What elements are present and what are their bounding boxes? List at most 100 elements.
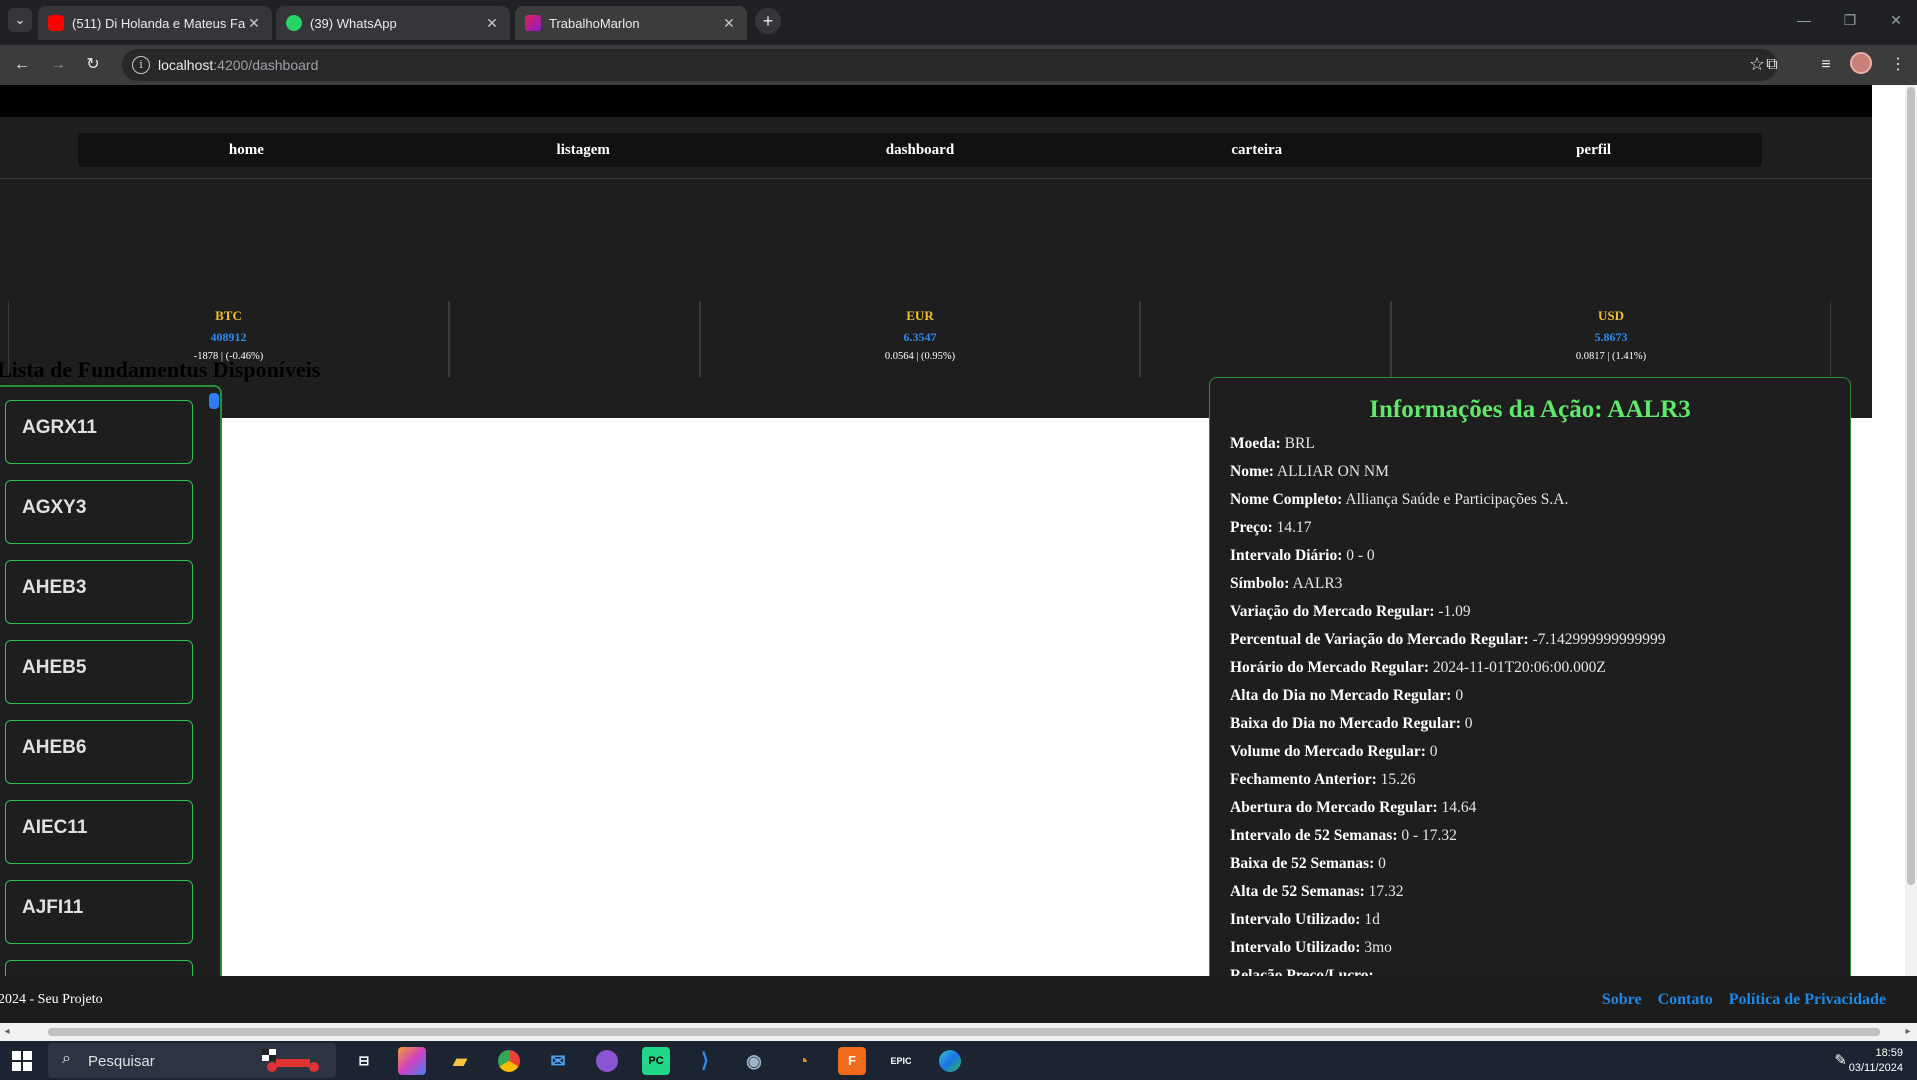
- pen-icon[interactable]: ✎: [1834, 1051, 1847, 1069]
- fund-list-panel[interactable]: AGRX11 AGXY3 AHEB3 AHEB5 AHEB6 AIEC11 AJ…: [0, 385, 222, 1041]
- browser-tab-trabalhomarlon[interactable]: TrabalhoMarlon ✕: [515, 6, 747, 40]
- info-row: Variação do Mercado Regular: -1.09: [1230, 598, 1850, 626]
- pycharm-icon[interactable]: PC: [642, 1047, 670, 1075]
- info-value: 0 - 17.32: [1397, 827, 1457, 844]
- chrome-icon[interactable]: [495, 1047, 523, 1075]
- angular-icon: [525, 15, 541, 31]
- tab-title: TrabalhoMarlon: [549, 15, 640, 31]
- info-label: Fechamento Anterior:: [1230, 771, 1377, 788]
- ticker-symbol: EUR: [906, 308, 934, 323]
- info-row: Nome Completo: Alliança Saúde e Particip…: [1230, 486, 1850, 514]
- profile-avatar[interactable]: [1850, 52, 1872, 74]
- scroll-right-icon[interactable]: ▸: [1903, 1026, 1913, 1038]
- info-value: 3mo: [1360, 939, 1392, 956]
- list-scrollbar-thumb[interactable]: [209, 393, 219, 409]
- nav-home[interactable]: home: [78, 133, 415, 167]
- scrollbar-thumb[interactable]: [1907, 87, 1915, 885]
- scroll-left-icon[interactable]: ◂: [2, 1026, 12, 1038]
- list-item[interactable]: AIEC11: [5, 800, 193, 864]
- page-viewport: home listagem dashboard carteira perfil …: [0, 85, 1917, 1041]
- epic-games-icon[interactable]: EPIC: [887, 1047, 915, 1075]
- app-f-icon[interactable]: F: [838, 1047, 866, 1075]
- blender-icon[interactable]: ◔: [789, 1047, 817, 1075]
- nav-area: home listagem dashboard carteira perfil: [0, 117, 1872, 265]
- close-icon[interactable]: ✕: [721, 15, 737, 32]
- nav-perfil[interactable]: perfil: [1425, 133, 1762, 167]
- page-horizontal-scrollbar[interactable]: ◂ ▸: [0, 1023, 1917, 1041]
- task-view-icon[interactable]: ⊟: [350, 1047, 378, 1075]
- stock-info-title: Informações da Ação: AALR3: [1369, 396, 1691, 423]
- nav-dashboard[interactable]: dashboard: [752, 133, 1089, 167]
- site-info-icon[interactable]: i: [132, 56, 150, 74]
- list-item[interactable]: AGRX11: [5, 400, 193, 464]
- tab-search-button[interactable]: ⌄: [8, 8, 32, 32]
- taskbar-search[interactable]: ⌕ Pesquisar: [48, 1043, 336, 1078]
- close-icon[interactable]: ✕: [246, 15, 262, 32]
- restore-button[interactable]: ❐: [1827, 0, 1873, 40]
- mail-icon[interactable]: ✉: [544, 1047, 572, 1075]
- address-url[interactable]: localhost:4200/dashboard: [158, 57, 318, 73]
- info-value: 17.32: [1364, 883, 1404, 900]
- close-icon[interactable]: ✕: [484, 15, 500, 32]
- footer-link-privacidade[interactable]: Política de Privacidade: [1729, 991, 1886, 1009]
- page-vertical-scrollbar[interactable]: [1905, 85, 1917, 976]
- info-row: Intervalo Diário: 0 - 0: [1230, 542, 1850, 570]
- copilot-icon[interactable]: [398, 1047, 426, 1075]
- clock-time: 18:59: [1875, 1047, 1903, 1059]
- info-value: -1.09: [1434, 603, 1471, 620]
- menu-kebab-icon[interactable]: ⋮: [1886, 53, 1910, 77]
- info-label: Preço:: [1230, 519, 1273, 536]
- minimize-button[interactable]: —: [1781, 0, 1827, 40]
- close-window-button[interactable]: ✕: [1873, 0, 1917, 40]
- info-label: Baixa de 52 Semanas:: [1230, 855, 1375, 872]
- info-row: Horário do Mercado Regular: 2024-11-01T2…: [1230, 654, 1850, 682]
- tab-title: (39) WhatsApp: [310, 15, 397, 31]
- info-row: Intervalo Utilizado: 3mo: [1230, 934, 1850, 962]
- taskbar-clock[interactable]: 18:59 03/11/2024: [1849, 1046, 1903, 1076]
- footer-link-sobre[interactable]: Sobre: [1602, 991, 1642, 1009]
- scrollbar-thumb[interactable]: [48, 1028, 1880, 1036]
- nav-carteira[interactable]: carteira: [1088, 133, 1425, 167]
- windows-start-icon[interactable]: [12, 1051, 32, 1071]
- info-row: Intervalo Utilizado: 1d: [1230, 906, 1850, 934]
- new-tab-button[interactable]: +: [755, 8, 781, 34]
- list-item[interactable]: AJFI11: [5, 880, 193, 944]
- reload-button[interactable]: ↻: [79, 51, 107, 79]
- browser-tab-youtube[interactable]: (511) Di Holanda e Mateus Fari ✕: [38, 6, 272, 40]
- ticker-symbol: BTC: [215, 308, 242, 323]
- ticker-value: 6.3547: [903, 330, 937, 344]
- tab-title: (511) Di Holanda e Mateus Fari: [72, 15, 246, 31]
- forward-button[interactable]: →: [44, 51, 72, 79]
- list-item[interactable]: AGXY3: [5, 480, 193, 544]
- back-button[interactable]: ←: [8, 51, 36, 79]
- info-value: 2024-11-01T20:06:00.000Z: [1429, 659, 1606, 676]
- media-controls-icon[interactable]: ≡: [1814, 53, 1838, 77]
- info-label: Variação do Mercado Regular:: [1230, 603, 1435, 620]
- info-value: 0: [1451, 687, 1464, 704]
- main-navbar: home listagem dashboard carteira perfil: [78, 133, 1762, 167]
- app-icon[interactable]: ◉: [740, 1047, 768, 1075]
- info-row: Fechamento Anterior: 15.26: [1230, 766, 1850, 794]
- list-item[interactable]: AHEB6: [5, 720, 193, 784]
- nav-listagem[interactable]: listagem: [415, 133, 752, 167]
- info-label: Percentual de Variação do Mercado Regula…: [1230, 631, 1529, 648]
- info-row: Preço: 14.17: [1230, 514, 1850, 542]
- file-explorer-icon[interactable]: ▰: [446, 1047, 474, 1075]
- info-label: Intervalo de 52 Semanas:: [1230, 827, 1398, 844]
- ticker-value: 408912: [210, 330, 247, 344]
- list-item[interactable]: AHEB5: [5, 640, 193, 704]
- list-item[interactable]: AHEB3: [5, 560, 193, 624]
- address-bar[interactable]: i localhost:4200/dashboard ☆: [122, 49, 1777, 81]
- info-value: ALLIAR ON NM: [1273, 463, 1389, 480]
- os-taskbar: ⌕ Pesquisar ⊟ ▰ ✉ PC ⟩ ◉ ◔ F EPIC ✎ 18:5…: [0, 1041, 1917, 1080]
- github-icon[interactable]: [593, 1047, 621, 1075]
- info-label: Horário do Mercado Regular:: [1230, 659, 1430, 676]
- vscode-icon[interactable]: ⟩: [691, 1047, 719, 1075]
- extensions-icon[interactable]: ⧉: [1760, 53, 1784, 77]
- ticker-usd: USD 5.8673 0.0817 | (1.41%): [1391, 301, 1831, 377]
- fund-list-title: Lista de Fundamentus Disponíveis: [0, 357, 321, 382]
- stock-info-rows: Moeda: BRL Nome: ALLIAR ON NM Nome Complet…: [1210, 424, 1850, 990]
- browser-tab-whatsapp[interactable]: (39) WhatsApp ✕: [276, 6, 510, 40]
- footer-link-contato[interactable]: Contato: [1658, 991, 1713, 1009]
- edge-icon[interactable]: [936, 1047, 964, 1075]
